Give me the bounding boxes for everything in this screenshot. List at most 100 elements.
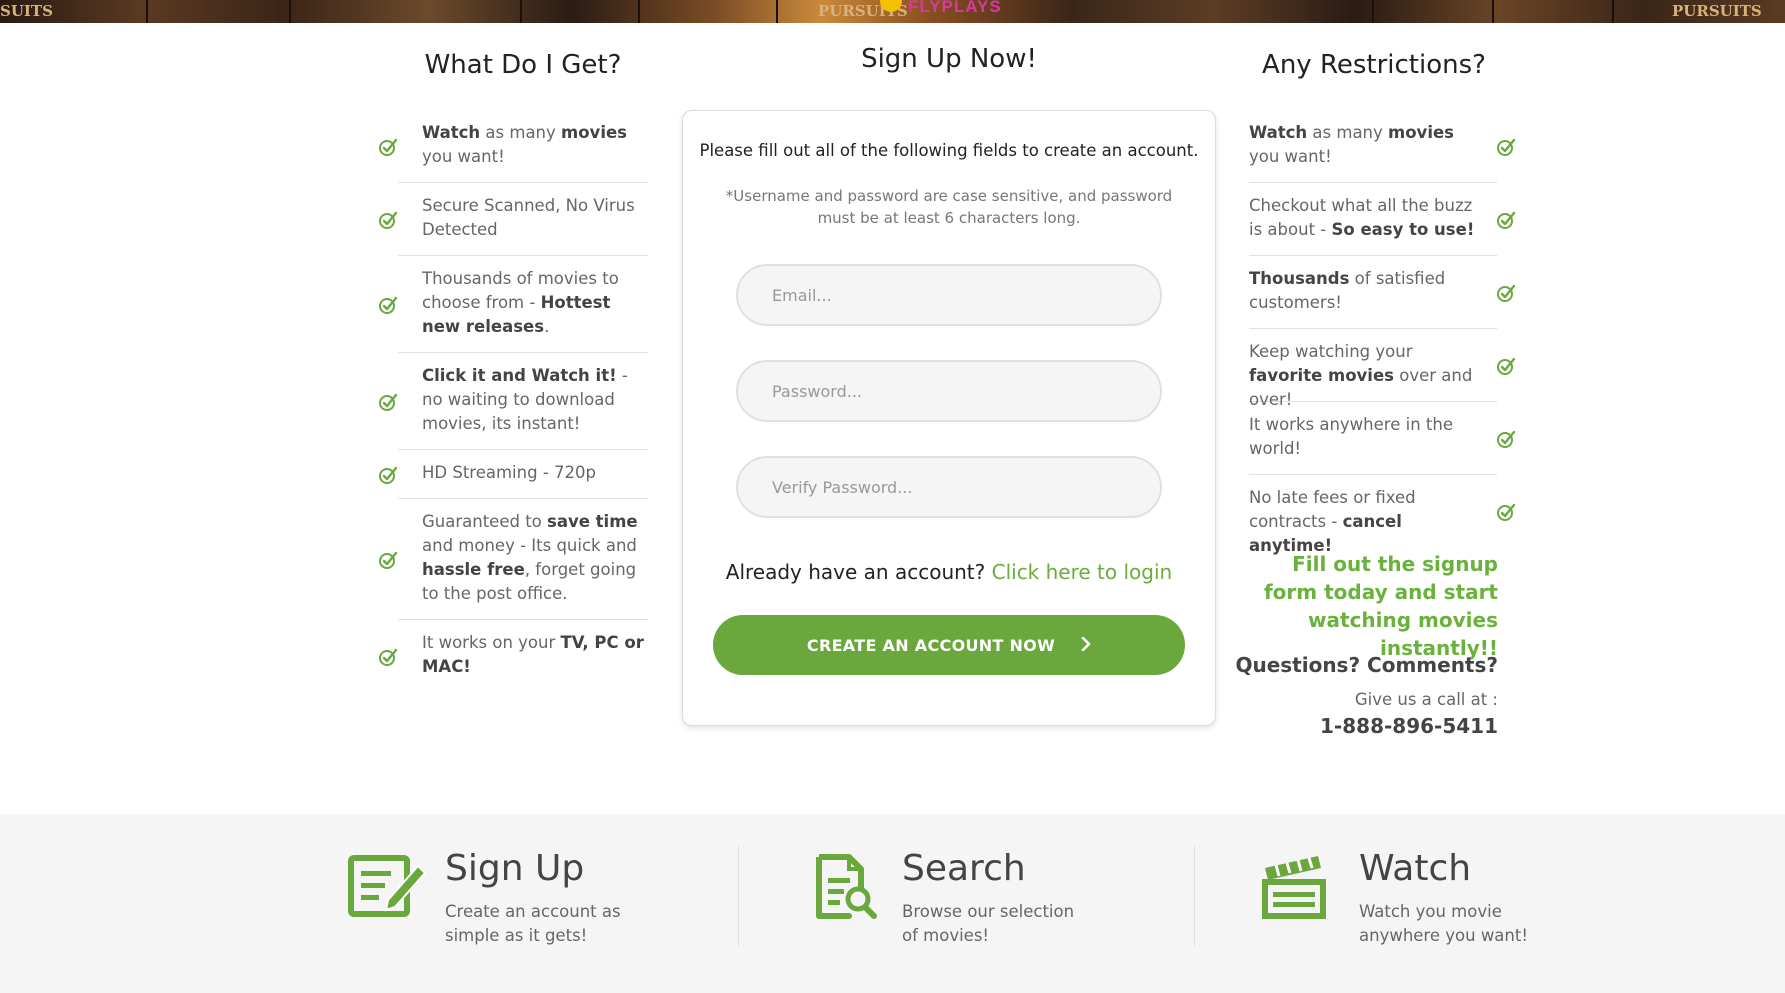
feature-item: Secure Scanned, No Virus Detected bbox=[379, 183, 648, 256]
password-field[interactable] bbox=[736, 360, 1162, 422]
email-field[interactable] bbox=[736, 264, 1162, 326]
feature-text-part: Secure Scanned, No Virus Detected bbox=[422, 196, 635, 239]
step-watch-desc: Watch you movie anywhere you want! bbox=[1359, 902, 1528, 945]
feature-text-bold: movies bbox=[1388, 123, 1454, 142]
step-search-desc: Browse our selection of movies! bbox=[902, 902, 1075, 945]
feature-item: It works anywhere in the world! bbox=[1249, 402, 1516, 475]
check-icon bbox=[378, 392, 398, 412]
top-banner: SUITS PURSUITS PURSUITS FLYPLAYS bbox=[0, 0, 1785, 23]
feature-text: HD Streaming - 720p bbox=[422, 463, 596, 482]
banner-text-left: SUITS bbox=[0, 2, 53, 20]
banner-text-right: PURSUITS bbox=[1672, 2, 1762, 20]
step-divider bbox=[1194, 846, 1195, 946]
feature-text: Thousands of movies to choose from - Hot… bbox=[422, 269, 619, 336]
feature-item: HD Streaming - 720p bbox=[379, 450, 648, 499]
step-watch: Watch Watch you movie anywhere you want! bbox=[1262, 814, 1602, 993]
check-icon bbox=[378, 210, 398, 230]
feature-text-bold: Click it and Watch it! bbox=[422, 366, 617, 385]
step-signup: Sign Up Create an account as simple as i… bbox=[348, 814, 688, 993]
signup-title: Sign Up Now! bbox=[861, 44, 1037, 74]
feature-text-bold: favorite movies bbox=[1249, 366, 1394, 385]
login-prompt: Already have an account? bbox=[725, 560, 986, 584]
feature-text-part: Guaranteed to bbox=[422, 512, 548, 531]
check-icon bbox=[378, 647, 398, 667]
chevron-right-icon bbox=[1081, 636, 1091, 655]
left-column-title: What Do I Get? bbox=[424, 50, 622, 80]
feature-text: It works anywhere in the world! bbox=[1249, 415, 1453, 458]
brand-name[interactable]: FLYPLAYS bbox=[908, 0, 1002, 17]
feature-text: Keep watching your favorite movies over … bbox=[1249, 342, 1472, 409]
step-divider bbox=[738, 846, 739, 946]
feature-text-part: Keep watching your bbox=[1249, 342, 1413, 361]
feature-text-part: as many bbox=[480, 123, 562, 142]
feature-text-part: as many bbox=[1307, 123, 1389, 142]
check-icon bbox=[1496, 429, 1516, 449]
feature-item: Thousands of satisfied customers! bbox=[1249, 256, 1516, 329]
feature-item: Click it and Watch it! - no waiting to d… bbox=[379, 353, 648, 450]
feature-text-bold: Thousands bbox=[1249, 269, 1350, 288]
feature-item: Watch as many movies you want! bbox=[379, 110, 648, 183]
login-link[interactable]: Click here to login bbox=[992, 560, 1173, 584]
benefits-list: Watch as many movies you want! Secure Sca… bbox=[379, 110, 648, 693]
check-icon bbox=[378, 137, 398, 157]
signup-card: Please fill out all of the following fie… bbox=[682, 110, 1216, 726]
feature-text-bold: save time bbox=[547, 512, 638, 531]
feature-text: No late fees or fixed contracts - cancel… bbox=[1249, 488, 1416, 555]
signup-intro: Please fill out all of the following fie… bbox=[699, 141, 1199, 160]
promo-text: Fill out the signup form today and start… bbox=[1263, 552, 1498, 660]
feature-text-part: It works on your bbox=[422, 633, 561, 652]
feature-item: It works on your TV, PC or MAC! bbox=[379, 620, 648, 693]
check-icon bbox=[378, 465, 398, 485]
check-icon bbox=[1496, 502, 1516, 522]
call-label: Give us a call at : bbox=[1354, 690, 1498, 709]
search-document-icon bbox=[815, 854, 877, 924]
check-icon bbox=[378, 295, 398, 315]
feature-text: Checkout what all the buzz is about - So… bbox=[1249, 196, 1474, 239]
restrictions-list: Watch as many movies you want! Checkout w… bbox=[1249, 110, 1516, 555]
how-it-works-footer: Sign Up Create an account as simple as i… bbox=[0, 814, 1785, 993]
questions-heading: Questions? Comments? bbox=[1235, 653, 1498, 677]
signup-note: *Username and password are case sensitiv… bbox=[725, 187, 1173, 227]
signup-form-icon bbox=[348, 854, 428, 922]
step-search-title: Search bbox=[902, 848, 1026, 889]
feature-item: Thousands of movies to choose from - Hot… bbox=[379, 256, 648, 353]
feature-text-part: and money - Its quick and bbox=[422, 536, 637, 555]
check-icon bbox=[1496, 210, 1516, 230]
feature-text: Click it and Watch it! - no waiting to d… bbox=[422, 366, 628, 433]
feature-item: Keep watching your favorite movies over … bbox=[1249, 329, 1516, 409]
feature-text-bold: Watch bbox=[1249, 123, 1308, 142]
feature-text-part: you want! bbox=[422, 147, 505, 166]
feature-text-bold: movies bbox=[561, 123, 627, 142]
feature-text-bold: So easy to use! bbox=[1331, 220, 1475, 239]
step-watch-title: Watch bbox=[1359, 848, 1472, 889]
create-account-button[interactable]: CREATE AN ACCOUNT NOW bbox=[713, 615, 1185, 675]
feature-text-part: you want! bbox=[1249, 147, 1332, 166]
phone-number[interactable]: 1-888-896-5411 bbox=[1220, 714, 1498, 738]
step-search: Search Browse our selection of movies! bbox=[815, 814, 1155, 993]
check-icon bbox=[1496, 137, 1516, 157]
feature-text: It works on your TV, PC or MAC! bbox=[422, 633, 644, 676]
check-icon bbox=[1496, 356, 1516, 376]
feature-text-bold: Watch bbox=[422, 123, 481, 142]
feature-text: Guaranteed to save time and money - Its … bbox=[422, 512, 638, 603]
verify-password-field[interactable] bbox=[736, 456, 1162, 518]
feature-text-bold: hassle free bbox=[422, 560, 525, 579]
step-signup-title: Sign Up bbox=[445, 848, 585, 889]
right-column-title: Any Restrictions? bbox=[1262, 50, 1486, 80]
feature-item: Guaranteed to save time and money - Its … bbox=[379, 499, 648, 620]
feature-text-part: . bbox=[544, 317, 550, 336]
feature-text: Watch as many movies you want! bbox=[422, 123, 627, 166]
feature-item: Watch as many movies you want! bbox=[1249, 110, 1516, 183]
feature-text: Secure Scanned, No Virus Detected bbox=[422, 196, 635, 239]
feature-text: Thousands of satisfied customers! bbox=[1249, 269, 1445, 312]
create-account-label: CREATE AN ACCOUNT NOW bbox=[806, 635, 1056, 655]
step-signup-desc: Create an account as simple as it gets! bbox=[445, 902, 621, 945]
feature-text-part: HD Streaming - 720p bbox=[422, 463, 596, 482]
feature-item: Checkout what all the buzz is about - So… bbox=[1249, 183, 1516, 256]
check-icon bbox=[378, 550, 398, 570]
check-icon bbox=[1496, 283, 1516, 303]
clapperboard-icon bbox=[1262, 854, 1326, 924]
login-line: Already have an account? Click here to l… bbox=[683, 560, 1215, 584]
feature-text: Watch as many movies you want! bbox=[1249, 123, 1454, 166]
feature-item: No late fees or fixed contracts - cancel… bbox=[1249, 475, 1516, 555]
